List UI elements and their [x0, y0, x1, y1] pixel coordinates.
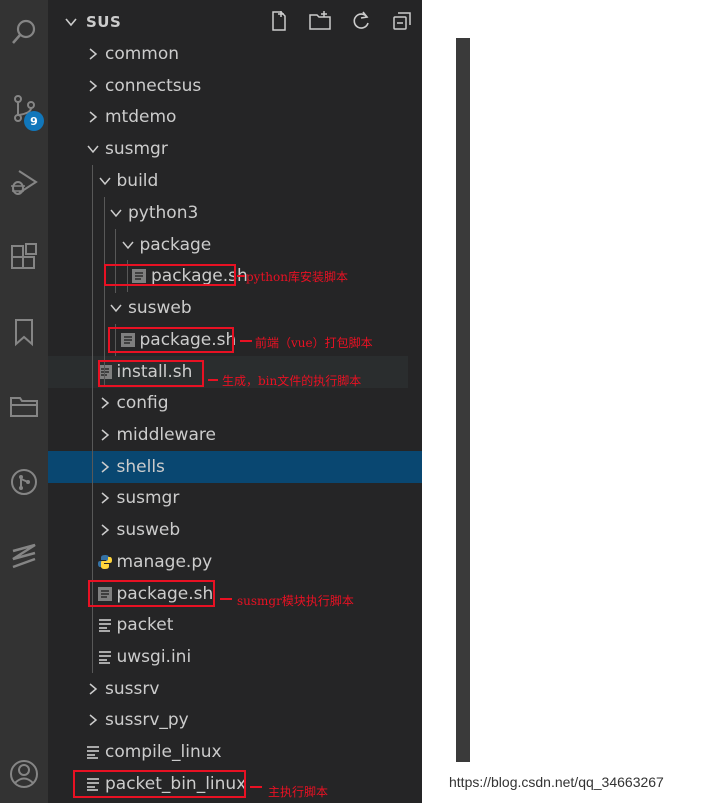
tree-item-build[interactable]: build — [48, 165, 408, 197]
tree-item-label: susweb — [128, 298, 192, 318]
explorer-sidebar: SUS common connectsus mtdemo susmgr build pyt… — [48, 0, 470, 803]
annotation-susmgr-package: susmgr模块执行脚本 — [237, 594, 354, 608]
tree-item-compile-linux[interactable]: compile_linux — [48, 736, 408, 768]
tree-item-manage-py[interactable]: manage.py — [48, 546, 408, 578]
tree-item-packet[interactable]: packet — [48, 609, 408, 641]
tree-item-label: susweb — [116, 520, 181, 540]
sus-logo-icon[interactable] — [0, 532, 48, 580]
tree-item-middleware[interactable]: middleware — [48, 419, 408, 451]
tree-item-label: sussrv_py — [105, 710, 189, 730]
extensions-icon[interactable] — [0, 234, 48, 282]
tree-item-label: config — [116, 393, 169, 413]
chevron-right-icon — [86, 110, 100, 124]
new-file-icon[interactable] — [268, 10, 290, 32]
chevron-right-icon — [98, 523, 112, 537]
chevron-right-icon — [98, 491, 112, 505]
tree-item-python3[interactable]: python3 — [48, 197, 408, 229]
tree-item-label: compile_linux — [105, 742, 222, 762]
refresh-icon[interactable] — [350, 10, 372, 32]
chevron-right-icon — [86, 713, 100, 727]
tree-item-sussrv-py[interactable]: sussrv_py — [48, 704, 408, 736]
collapse-all-icon[interactable] — [391, 10, 413, 32]
indent-guide — [104, 197, 105, 387]
highlight-box-susmgr-package — [88, 580, 215, 607]
annotation-arrow — [250, 786, 262, 788]
tree-item-label: build — [116, 171, 159, 191]
tree-item-label: uwsgi.ini — [116, 647, 192, 667]
tree-item-shells[interactable]: shells — [48, 451, 422, 483]
scrollbar[interactable] — [456, 38, 470, 762]
chevron-down-icon — [109, 206, 123, 220]
text-file-icon — [85, 744, 101, 760]
tree-item-susmgr[interactable]: susmgr — [48, 133, 408, 165]
folder-icon[interactable] — [0, 382, 48, 430]
tree-item-config[interactable]: config — [48, 387, 408, 419]
tree-item-label: common — [105, 44, 180, 64]
annotation-arrow — [220, 598, 232, 600]
search-icon[interactable] — [0, 8, 48, 56]
tree-item-label: middleware — [116, 425, 216, 445]
chevron-down-icon — [98, 174, 112, 188]
tree-item-label: python3 — [128, 203, 199, 223]
tree-item-label: mtdemo — [105, 107, 177, 127]
chevron-right-icon — [86, 79, 100, 93]
activity-bar: 9 — [0, 0, 48, 803]
source-control-badge: 9 — [24, 111, 44, 131]
tree-item-label: shells — [116, 457, 165, 477]
chevron-down-icon — [109, 301, 123, 315]
chevron-down-icon — [86, 142, 100, 156]
annotation-arrow — [208, 379, 218, 381]
tree-item-sussrv[interactable]: sussrv — [48, 673, 408, 705]
chevron-down-icon — [64, 15, 78, 29]
highlight-box-install — [98, 360, 204, 387]
text-file-icon — [97, 617, 113, 633]
highlight-box-main-packet — [73, 770, 246, 798]
annotation-web-package: 前端（vue）打包脚本 — [255, 336, 373, 350]
annotation-arrow — [240, 340, 252, 342]
tree-item-label: package — [139, 235, 212, 255]
account-icon[interactable] — [0, 750, 48, 798]
annotation-python-package: python库安装脚本 — [246, 270, 348, 284]
tree-item-label: connectsus — [105, 76, 202, 96]
annotation-install: 生成，bin文件的执行脚本 — [222, 374, 362, 388]
tree-item-label: susmgr — [105, 139, 168, 159]
tree-item-connectsus[interactable]: connectsus — [48, 70, 408, 102]
tree-item-package[interactable]: package — [48, 229, 408, 261]
tree-item-mtdemo[interactable]: mtdemo — [48, 101, 408, 133]
run-debug-icon[interactable] — [0, 158, 48, 206]
tree-item-label: sussrv — [105, 679, 160, 699]
tree-item-susmgr[interactable]: susmgr — [48, 482, 408, 514]
bookmarks-icon[interactable] — [0, 308, 48, 356]
tree-item-label: manage.py — [116, 552, 213, 572]
highlight-box-python-package — [104, 264, 236, 286]
tree-item-susweb[interactable]: susweb — [48, 292, 408, 324]
chevron-right-icon — [98, 396, 112, 410]
git-graph-icon[interactable] — [0, 458, 48, 506]
python-file-icon — [97, 554, 113, 570]
tree-item-label: packet — [116, 615, 174, 635]
workspace-title: SUS — [86, 13, 122, 31]
new-folder-icon[interactable] — [309, 10, 331, 32]
highlight-box-web-package — [108, 327, 234, 353]
explorer-header[interactable]: SUS — [48, 6, 422, 38]
chevron-right-icon — [98, 428, 112, 442]
tree-item-uwsgi-ini[interactable]: uwsgi.ini — [48, 641, 408, 673]
tree-item-label: susmgr — [116, 488, 180, 508]
text-file-icon — [97, 649, 113, 665]
annotation-arrow — [237, 275, 245, 277]
watermark-url: https://blog.csdn.net/qq_34663267 — [449, 774, 664, 790]
chevron-down-icon — [121, 238, 135, 252]
tree-item-common[interactable]: common — [48, 38, 408, 70]
chevron-right-icon — [86, 47, 100, 61]
annotation-main-packet: 主执行脚本 — [268, 785, 329, 799]
chevron-right-icon — [86, 682, 100, 696]
tree-item-susweb[interactable]: susweb — [48, 514, 408, 546]
chevron-right-icon — [98, 460, 112, 474]
